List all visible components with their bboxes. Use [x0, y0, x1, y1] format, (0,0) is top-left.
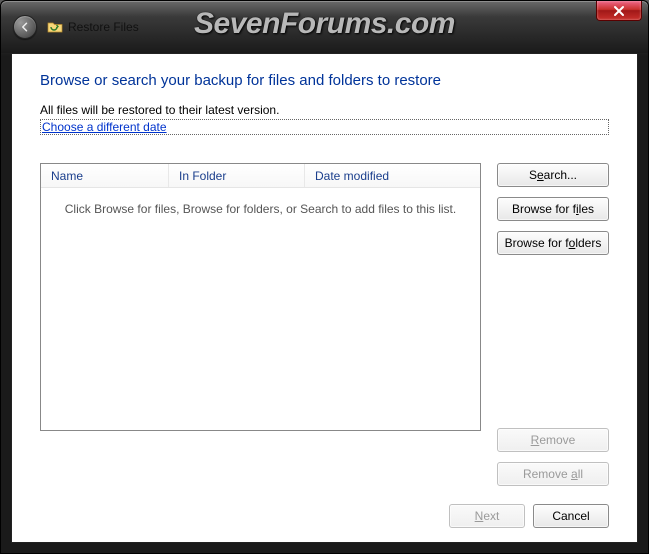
cancel-button[interactable]: Cancel	[533, 504, 609, 528]
next-button: Next	[449, 504, 525, 528]
main-row: Name In Folder Date modified Click Brows…	[40, 163, 609, 486]
back-button[interactable]	[13, 15, 37, 39]
close-button[interactable]	[596, 1, 642, 21]
breadcrumb: Restore Files	[47, 20, 139, 34]
page-heading: Browse or search your backup for files a…	[40, 72, 609, 89]
column-header-name[interactable]: Name	[41, 164, 169, 187]
footer-buttons: Next Cancel	[40, 486, 609, 528]
breadcrumb-text: Restore Files	[68, 20, 139, 34]
arrow-left-icon	[19, 21, 31, 33]
list-empty-text: Click Browse for files, Browse for folde…	[41, 188, 480, 430]
content-area: Browse or search your backup for files a…	[11, 53, 638, 543]
search-button[interactable]: Search...	[497, 163, 609, 187]
restore-folder-icon	[47, 20, 63, 34]
window-frame: Restore Files SevenForums.com Browse or …	[0, 0, 649, 554]
browse-files-button[interactable]: Browse for files	[497, 197, 609, 221]
titlebar: Restore Files SevenForums.com	[1, 1, 648, 53]
file-listbox: Name In Folder Date modified Click Brows…	[40, 163, 481, 431]
browse-folders-button[interactable]: Browse for folders	[497, 231, 609, 255]
remove-all-button: Remove all	[497, 462, 609, 486]
column-header-folder[interactable]: In Folder	[169, 164, 305, 187]
list-header: Name In Folder Date modified	[41, 164, 480, 188]
column-header-date[interactable]: Date modified	[305, 164, 480, 187]
side-buttons: Search... Browse for files Browse for fo…	[497, 163, 609, 486]
choose-date-link[interactable]: Choose a different date	[40, 119, 609, 135]
remove-button: Remove	[497, 428, 609, 452]
spacer	[497, 265, 609, 418]
close-icon	[613, 5, 625, 17]
page-subtext: All files will be restored to their late…	[40, 103, 609, 117]
